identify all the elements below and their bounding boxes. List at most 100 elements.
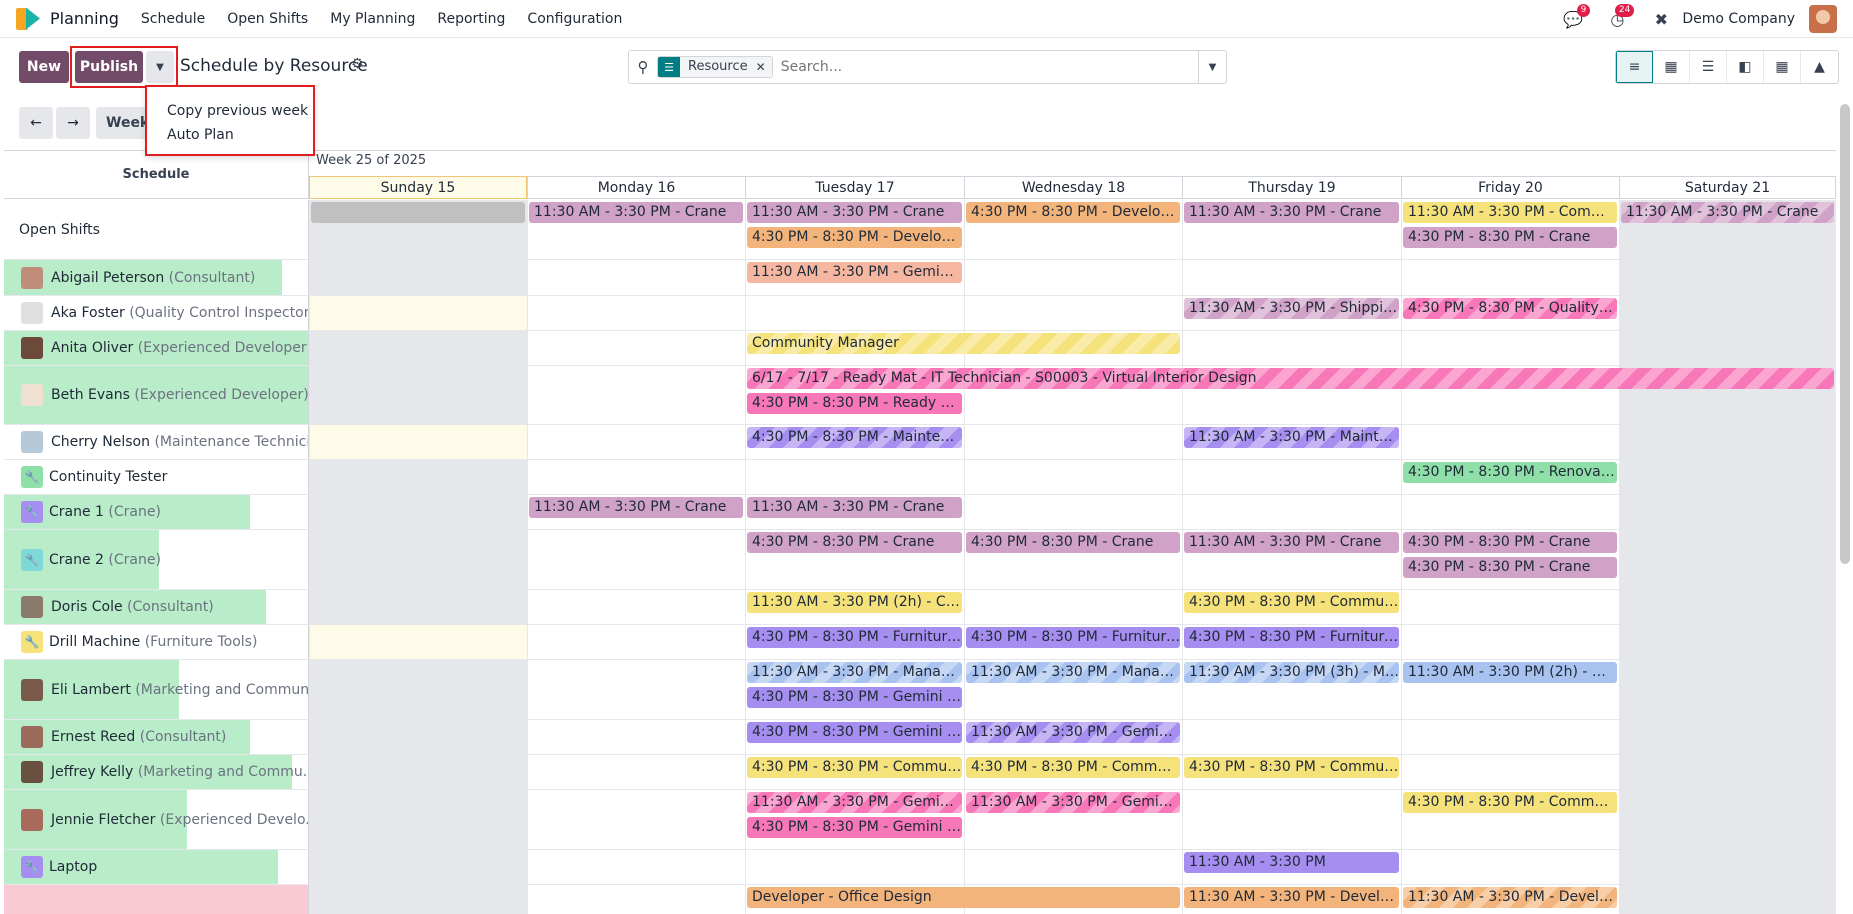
gantt-cell[interactable] — [1619, 755, 1836, 789]
gantt-cell[interactable] — [309, 790, 527, 849]
company-switcher[interactable]: Demo Company — [1682, 11, 1795, 27]
gantt-cell[interactable] — [1401, 495, 1619, 529]
menu-schedule[interactable]: Schedule — [141, 11, 205, 27]
gantt-cell[interactable] — [527, 296, 745, 330]
gantt-cell[interactable] — [964, 590, 1182, 624]
shift-pill[interactable]: 11:30 AM - 3:30 PM - Gemini F... — [966, 792, 1180, 813]
shift-pill[interactable]: 11:30 AM - 3:30 PM - Shipping ... — [1184, 298, 1399, 319]
gantt-cell[interactable] — [527, 590, 745, 624]
shift-pill[interactable]: 11:30 AM - 3:30 PM - Crane — [529, 497, 743, 518]
menu-open-shifts[interactable]: Open Shifts — [227, 11, 308, 27]
gantt-placeholder[interactable] — [311, 202, 525, 223]
next-period-button[interactable]: → — [56, 107, 90, 139]
gantt-cell[interactable] — [527, 331, 745, 365]
gantt-cell[interactable] — [1401, 331, 1619, 365]
shift-pill[interactable]: Developer - Office Design — [747, 887, 1180, 908]
shift-pill[interactable]: 4:30 PM - 8:30 PM - Ready Mat ... — [747, 393, 962, 414]
messages-icon[interactable]: 💬 9 — [1558, 4, 1591, 34]
gantt-cell[interactable] — [309, 331, 527, 365]
gantt-cell[interactable] — [964, 260, 1182, 295]
gantt-cell[interactable] — [1619, 590, 1836, 624]
gantt-cell[interactable] — [527, 790, 745, 849]
gantt-cell[interactable] — [1619, 425, 1836, 459]
gantt-cell[interactable] — [309, 625, 527, 659]
shift-pill[interactable]: 4:30 PM - 8:30 PM - Communit... — [966, 757, 1180, 778]
gantt-cell[interactable] — [309, 425, 527, 459]
gantt-cell[interactable] — [309, 590, 527, 624]
gantt-cell[interactable] — [1401, 425, 1619, 459]
shift-pill[interactable]: 11:30 AM - 3:30 PM - Communi... — [1403, 202, 1617, 223]
list-view-icon[interactable]: ☰ — [1690, 51, 1727, 83]
gantt-cell[interactable] — [527, 660, 745, 719]
resource-label[interactable]: Doris Cole (Consultant) — [4, 590, 309, 624]
gantt-cell[interactable] — [964, 425, 1182, 459]
gantt-cell[interactable] — [1401, 625, 1619, 659]
gantt-cell[interactable] — [1182, 260, 1401, 295]
shift-pill[interactable]: 4:30 PM - 8:30 PM - Crane — [1403, 227, 1617, 248]
resource-label[interactable]: Beth Evans (Experienced Developer) — [4, 366, 309, 424]
shift-pill[interactable]: 11:30 AM - 3:30 PM - Maintena... — [1184, 427, 1399, 448]
shift-pill[interactable]: 11:30 AM - 3:30 PM - Gemini F... — [747, 262, 962, 283]
pivot-view-icon[interactable]: ▦ — [1764, 51, 1801, 83]
shift-pill[interactable]: 11:30 AM - 3:30 PM - Manage... — [966, 662, 1180, 683]
shift-pill[interactable]: 11:30 AM - 3:30 PM - Gemini F... — [966, 722, 1180, 743]
resource-label[interactable]: 🔧 Laptop — [4, 850, 309, 884]
search-input[interactable] — [780, 59, 1198, 75]
shift-pill[interactable]: 11:30 AM - 3:30 PM - Develope... — [1403, 887, 1617, 908]
shift-pill[interactable]: 11:30 AM - 3:30 PM - Crane — [747, 202, 962, 223]
activity-clock-icon[interactable]: ◷ 24 — [1602, 4, 1635, 34]
search-options-toggle[interactable]: ▼ — [1198, 51, 1226, 83]
facet-remove-icon[interactable]: ✕ — [755, 57, 772, 77]
gantt-cell[interactable] — [309, 530, 527, 589]
shift-pill[interactable]: 4:30 PM - 8:30 PM - Gemini Fur... — [747, 722, 962, 743]
tools-icon[interactable]: ✖ — [1646, 4, 1676, 34]
gantt-cell[interactable] — [1619, 460, 1836, 494]
shift-pill[interactable]: Community Manager — [747, 333, 1180, 354]
gantt-cell[interactable] — [1619, 790, 1836, 849]
shift-pill[interactable]: 4:30 PM - 8:30 PM - Furniture T... — [747, 627, 962, 648]
gantt-cell[interactable] — [527, 260, 745, 295]
gantt-cell[interactable] — [1182, 720, 1401, 754]
gantt-cell[interactable] — [309, 260, 527, 295]
gantt-cell[interactable] — [964, 296, 1182, 330]
gantt-cell[interactable] — [1182, 495, 1401, 529]
gantt-cell[interactable] — [745, 460, 964, 494]
gantt-cell[interactable] — [1619, 260, 1836, 295]
shift-pill[interactable]: 4:30 PM - 8:30 PM - Communit... — [747, 757, 962, 778]
shift-pill[interactable]: 11:30 AM - 3:30 PM - Crane — [1621, 202, 1834, 223]
gantt-cell[interactable] — [1401, 720, 1619, 754]
resource-label[interactable]: 🔧 Crane 1 (Crane) — [4, 495, 309, 529]
menu-reporting[interactable]: Reporting — [437, 11, 505, 27]
shift-pill[interactable]: 4:30 PM - 8:30 PM - Developer ... — [966, 202, 1180, 223]
menu-copy-previous-week[interactable]: Copy previous week — [147, 99, 313, 123]
vertical-scrollbar[interactable] — [1840, 104, 1850, 564]
resource-label[interactable]: Ernest Reed (Consultant) — [4, 720, 309, 754]
gantt-cell[interactable] — [964, 850, 1182, 884]
calendar-view-icon[interactable]: ▦ — [1653, 51, 1690, 83]
previous-period-button[interactable]: ← — [19, 107, 53, 139]
shift-pill[interactable]: 4:30 PM - 8:30 PM - Communit... — [1184, 757, 1399, 778]
shift-pill[interactable]: 11:30 AM - 3:30 PM - Developer — [1184, 887, 1399, 908]
shift-pill[interactable]: 4:30 PM - 8:30 PM - Furniture T... — [1184, 627, 1399, 648]
resource-label[interactable]: 🔧 Crane 2 (Crane) — [4, 530, 309, 589]
gantt-cell[interactable] — [527, 885, 745, 914]
gantt-cell[interactable] — [1619, 660, 1836, 719]
menu-auto-plan[interactable]: Auto Plan — [147, 123, 313, 147]
gantt-cell[interactable] — [309, 660, 527, 719]
resource-label[interactable]: Anita Oliver (Experienced Developer) — [4, 331, 309, 365]
gear-icon[interactable]: ⚙ — [351, 56, 364, 72]
gantt-cell[interactable] — [309, 460, 527, 494]
gantt-cell[interactable] — [1619, 720, 1836, 754]
shift-pill[interactable]: 4:30 PM - 8:30 PM - Gemini Fur... — [747, 817, 962, 838]
gantt-cell[interactable] — [1401, 590, 1619, 624]
shift-pill[interactable]: 4:30 PM - 8:30 PM - Crane — [747, 532, 962, 553]
gantt-cell[interactable] — [527, 460, 745, 494]
planning-app-icon[interactable] — [16, 7, 42, 30]
resource-label[interactable]: Aka Foster (Quality Control Inspector) — [4, 296, 309, 330]
gantt-cell[interactable] — [1619, 885, 1836, 914]
gantt-cell[interactable] — [527, 625, 745, 659]
shift-pill[interactable]: 11:30 AM - 3:30 PM (3h) - Man... — [1184, 662, 1399, 683]
resource-label[interactable]: 🔧 Continuity Tester — [4, 460, 309, 494]
shift-pill[interactable]: 4:30 PM - 8:30 PM - Quality Co... — [1403, 298, 1617, 319]
gantt-cell[interactable] — [1401, 850, 1619, 884]
